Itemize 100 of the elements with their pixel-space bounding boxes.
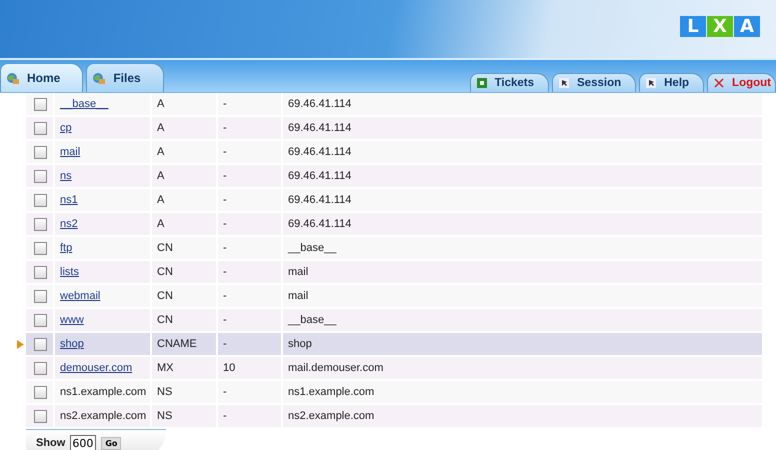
table-cell: A xyxy=(157,98,164,110)
checkbox[interactable] xyxy=(34,410,47,422)
record-link[interactable]: www xyxy=(60,314,84,326)
record-link[interactable]: ftp xyxy=(60,242,72,254)
table-cell: A xyxy=(157,194,164,206)
table-row[interactable]: ns1.example.com NS - ns1.example.com xyxy=(26,381,764,403)
checkbox[interactable] xyxy=(34,266,47,278)
table-row[interactable]: webmail CN - mail xyxy=(26,285,764,307)
table-cell: 10 xyxy=(223,362,236,374)
tab[interactable]: Files xyxy=(86,63,164,92)
table-cell: ns1.example.com xyxy=(60,386,146,398)
checkbox[interactable] xyxy=(34,122,47,134)
table-row[interactable]: __base__ A - 69.46.41.114 xyxy=(26,93,764,115)
table-cell: NS xyxy=(157,386,172,398)
record-link[interactable]: lists xyxy=(60,266,79,278)
table-cell: CN xyxy=(157,314,173,326)
cursor-icon xyxy=(559,78,570,88)
table-cell: MX xyxy=(157,362,174,374)
ticket-icon xyxy=(476,78,487,88)
checkbox[interactable] xyxy=(34,362,47,374)
table-row[interactable]: mail A - 69.46.41.114 xyxy=(26,141,764,163)
table-cell: __base__ xyxy=(288,314,336,326)
logo-letter: A xyxy=(734,16,760,37)
checkbox[interactable] xyxy=(34,170,47,182)
go-button[interactable]: Go xyxy=(101,436,122,450)
table-cell: CN xyxy=(157,242,173,254)
table-cell: - xyxy=(223,290,227,302)
record-link[interactable]: ns1 xyxy=(60,194,78,206)
tab[interactable]: Home xyxy=(0,63,84,92)
table-row[interactable]: ns A - 69.46.41.114 xyxy=(26,165,764,187)
table-row[interactable]: ftp CN - __base__ xyxy=(26,237,764,259)
table-row[interactable]: www CN - __base__ xyxy=(26,309,764,331)
table-cell: - xyxy=(223,146,227,158)
table-cell: A xyxy=(157,170,164,182)
count-field[interactable]: 600 xyxy=(70,435,96,450)
checkbox[interactable] xyxy=(34,218,47,230)
close-icon xyxy=(714,78,724,88)
table-cell: - xyxy=(223,386,227,398)
table-cell: CNAME xyxy=(157,338,197,350)
record-link[interactable]: shop xyxy=(60,338,84,350)
table-cell: A xyxy=(157,122,164,134)
cursor-icon xyxy=(646,78,656,88)
table-row[interactable]: ns1 A - 69.46.41.114 xyxy=(26,189,764,211)
table-cell: 69.46.41.114 xyxy=(288,170,352,182)
record-link[interactable]: demouser.com xyxy=(60,362,132,374)
table-cell: 69.46.41.114 xyxy=(288,146,352,158)
checkbox[interactable] xyxy=(34,386,47,398)
record-link[interactable]: webmail xyxy=(60,290,100,302)
checkbox[interactable] xyxy=(34,146,47,158)
table-cell: A xyxy=(157,218,164,230)
record-link[interactable]: cp xyxy=(60,122,72,134)
table-cell: NS xyxy=(157,410,172,422)
table-cell: shop xyxy=(288,338,312,350)
checkbox[interactable] xyxy=(34,290,47,302)
table-row[interactable]: ns2.example.com NS - ns2.example.com xyxy=(26,405,764,427)
table-cell: - xyxy=(223,170,227,182)
record-link[interactable]: __base__ xyxy=(60,98,108,110)
table-cell: 69.46.41.114 xyxy=(288,194,352,206)
table-cell: 69.46.41.114 xyxy=(288,98,352,110)
table-cell: - xyxy=(223,122,227,134)
table-row[interactable]: lists CN - mail xyxy=(26,261,764,283)
record-link[interactable]: ns2 xyxy=(60,218,78,230)
checkbox[interactable] xyxy=(34,98,47,110)
checkbox[interactable] xyxy=(34,314,47,326)
globe-icon xyxy=(91,71,106,85)
record-link[interactable]: mail xyxy=(60,146,80,158)
show-label: Show xyxy=(36,437,66,449)
table-row[interactable]: ns2 A - 69.46.41.114 xyxy=(26,213,764,235)
checkbox[interactable] xyxy=(34,242,47,254)
table-row[interactable]: cp A - 69.46.41.114 xyxy=(26,117,764,139)
tab[interactable]: Help xyxy=(639,73,704,92)
table-cell: __base__ xyxy=(288,242,336,254)
table-cell: CN xyxy=(157,290,173,302)
table-cell: 69.46.41.114 xyxy=(288,122,352,134)
table-cell: mail.demouser.com xyxy=(288,362,384,374)
globe-icon xyxy=(5,71,19,85)
table-row[interactable]: demouser.com MX 10 mail.demouser.com xyxy=(26,357,764,379)
table-cell: - xyxy=(223,242,227,254)
tab[interactable]: Tickets xyxy=(470,73,550,92)
checkbox[interactable] xyxy=(34,338,47,350)
table-cell: - xyxy=(223,218,227,230)
table-cell: mail xyxy=(288,266,308,278)
table-cell: CN xyxy=(157,266,173,278)
table-cell: 69.46.41.114 xyxy=(288,218,352,230)
logo-letter: X xyxy=(707,16,733,37)
record-link[interactable]: ns xyxy=(60,170,72,182)
table-cell: - xyxy=(223,266,227,278)
logo-letter: L xyxy=(680,16,706,37)
table-cell: ns1.example.com xyxy=(288,386,374,398)
table-cell: ns2.example.com xyxy=(60,410,146,422)
table-cell: - xyxy=(223,410,227,422)
checkbox[interactable] xyxy=(34,194,47,206)
table-cell: A xyxy=(157,146,164,158)
table-cell: - xyxy=(223,98,227,110)
table-cell: - xyxy=(223,338,227,350)
table-cell: - xyxy=(223,194,227,206)
table-cell: - xyxy=(223,314,227,326)
tab[interactable]: Session xyxy=(552,73,636,92)
pointer-arrow-icon xyxy=(17,340,24,348)
table-cell: ns2.example.com xyxy=(288,410,374,422)
